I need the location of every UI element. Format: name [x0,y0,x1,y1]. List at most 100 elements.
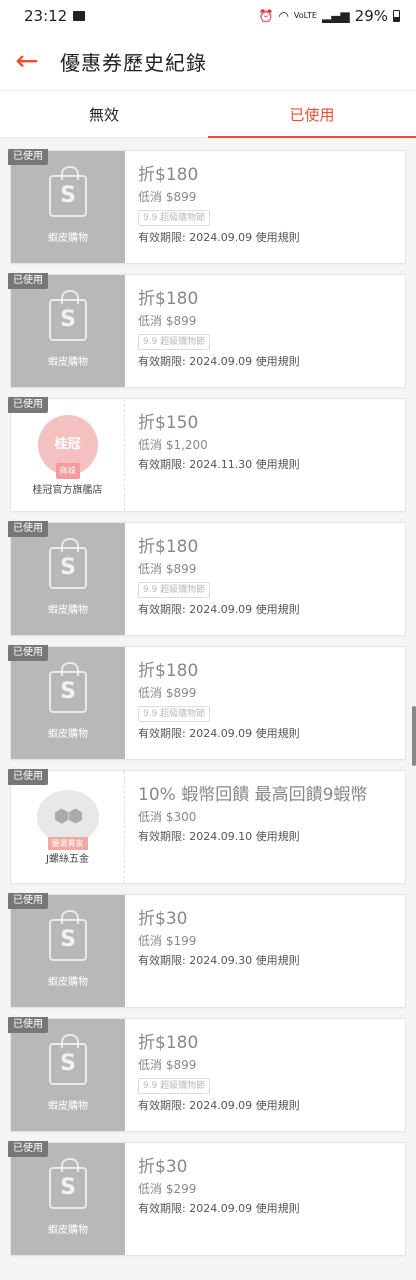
tab-invalid[interactable]: 無效 [0,91,208,137]
coupon-min-spend: 低消 $1,200 [138,438,208,452]
coupon-expiry: 有效期限: 2024.09.09 [138,603,253,616]
usage-rules-link[interactable]: 使用規則 [256,830,300,843]
coupon-details: 折$30 低消 $299 有效期限: 2024.09.09 使用規則 [125,1143,405,1255]
shop-name: 蝦皮購物 [48,604,88,616]
alarm-icon: ⏰ [258,9,274,23]
coupon-expiry: 有效期限: 2024.11.30 [138,458,253,471]
coupon-amount: 折$180 [138,1033,199,1053]
shop-name: 蝦皮購物 [48,728,88,740]
coupon-details: 折$180 低消 $899 9.9 超級購物節 有效期限: 2024.09.09 使用… [125,275,405,387]
battery-percent: 29% [354,7,388,25]
usage-rules-link[interactable]: 使用規則 [256,458,300,471]
used-tag: 已使用 [8,1017,48,1033]
header: ← 優惠券歷史紀錄 [0,32,416,90]
page-title: 優惠券歷史紀錄 [60,50,207,75]
back-arrow-icon[interactable]: ← [12,46,42,76]
coupon-expiry-row: 有效期限: 2024.09.30 使用規則 [138,953,405,969]
coupon-edge [7,655,15,751]
scrollbar-thumb[interactable] [412,706,416,766]
hardware-nuts-icon: ⬢⬢ [53,806,83,827]
shop-logo: ⬢⬢ 優選賣家 [36,789,99,850]
shopee-bag-icon: S [49,289,87,341]
coupon-edge [7,1027,15,1123]
used-tag: 已使用 [8,521,48,537]
status-left: 23:12 [24,7,86,25]
shop-name: 蝦皮購物 [48,356,88,368]
status-right: ⏰ ◠ VoLTE ▂▄▆ 29% [258,7,400,25]
coupon-shop-panel: 已使用 桂冠 商城 桂冠官方旗艦店 [7,397,125,511]
coupon-expiry-row: 有效期限: 2024.09.09 使用規則 [138,602,405,618]
coupon-min-spend: 低消 $899 [138,1058,197,1072]
coupon-edge [7,903,15,999]
used-tag: 已使用 [8,149,48,165]
usage-rules-link[interactable]: 使用規則 [256,231,300,244]
coupon-expiry: 有效期限: 2024.09.30 [138,954,253,967]
coupon-expiry: 有效期限: 2024.09.09 [138,727,253,740]
coupon-edge [7,1151,15,1247]
tab-bar: 無效 已使用 [0,90,416,138]
coupon-shop-panel: 已使用 S 蝦皮購物 [7,149,125,263]
gallery-notification-icon [73,11,86,21]
coupon-expiry: 有效期限: 2024.09.09 [138,231,253,244]
coupon-min-spend: 低消 $300 [138,810,197,824]
coupon-card[interactable]: 已使用 S 蝦皮購物 折$180 低消 $899 9.9 超級購物節 有效期限: 2024.… [7,1017,406,1132]
coupon-list[interactable]: 已使用 S 蝦皮購物 折$180 低消 $899 9.9 超級購物節 有效期限: 2024.… [0,146,416,1280]
usage-rules-link[interactable]: 使用規則 [256,1099,300,1112]
coupon-edge [7,531,15,627]
tab-used[interactable]: 已使用 [208,91,416,138]
coupon-card[interactable]: 已使用 S 蝦皮購物 折$30 低消 $299 有效期限: 2024.09.09 使用規則 [7,1141,406,1256]
usage-rules-link[interactable]: 使用規則 [256,355,300,368]
shopee-bag-icon: S [49,909,87,961]
coupon-card[interactable]: 已使用 S 蝦皮購物 折$180 低消 $899 9.9 超級購物節 有效期限: 2024.… [7,521,406,636]
usage-rules-link[interactable]: 使用規則 [256,1202,300,1215]
battery-icon [393,10,400,22]
used-tag: 已使用 [8,769,48,785]
coupon-expiry-row: 有效期限: 2024.09.09 使用規則 [138,1201,405,1217]
coupon-card[interactable]: 已使用 S 蝦皮購物 折$180 低消 $899 9.9 超級購物節 有效期限: 2024.… [7,273,406,388]
coupon-card[interactable]: 已使用 S 蝦皮購物 折$180 低消 $899 9.9 超級購物節 有效期限: 2024.… [7,645,406,760]
shop-logo-ribbon: 優選賣家 [47,836,88,850]
shop-logo: 桂冠 商城 [37,414,98,479]
used-tag: 已使用 [8,273,48,289]
shop-logo-ribbon: 商城 [55,462,80,479]
status-bar: 23:12 ⏰ ◠ VoLTE ▂▄▆ 29% [0,0,416,32]
wifi-icon: ◠ [278,9,289,23]
shop-logo-text: 桂冠 [54,436,81,452]
coupon-expiry-row: 有效期限: 2024.09.09 使用規則 [138,230,405,246]
coupon-shop-panel: 已使用 S 蝦皮購物 [7,521,125,635]
coupon-card[interactable]: 已使用 桂冠 商城 桂冠官方旗艦店 折$150 低消 $1,200 有效期限: 2024.1… [7,397,406,512]
coupon-expiry-row: 有效期限: 2024.11.30 使用規則 [138,457,405,473]
campaign-badge: 9.9 超級購物節 [138,1078,211,1094]
coupon-amount: 折$180 [138,661,199,681]
coupon-card[interactable]: 已使用 S 蝦皮購物 折$180 低消 $899 9.9 超級購物節 有效期限: 2024.… [7,149,406,264]
coupon-details: 10% 蝦幣回饋 最高回饋9蝦幣 低消 $300 有效期限: 2024.09.10 … [125,771,405,883]
usage-rules-link[interactable]: 使用規則 [256,954,300,967]
coupon-expiry-row: 有效期限: 2024.09.10 使用規則 [138,829,405,845]
coupon-edge [7,283,15,379]
volte-icon: VoLTE [293,11,317,20]
coupon-expiry: 有效期限: 2024.09.10 [138,830,253,843]
shopee-bag-icon: S [49,537,87,589]
usage-rules-link[interactable]: 使用規則 [256,727,300,740]
coupon-details: 折$180 低消 $899 9.9 超級購物節 有效期限: 2024.09.09 使用… [125,151,405,263]
campaign-badge: 9.9 超級購物節 [138,706,211,722]
shop-name: 蝦皮購物 [48,232,88,244]
campaign-badge: 9.9 超級購物節 [138,582,211,598]
shopee-bag-icon: S [49,1157,87,1209]
coupon-card[interactable]: 已使用 ⬢⬢ 優選賣家 J螺絲五金 10% 蝦幣回饋 最高回饋9蝦幣 低消 $300 有效期… [7,769,406,884]
shop-name: 蝦皮購物 [48,1100,88,1112]
shopee-bag-icon: S [49,1033,87,1085]
coupon-shop-panel: 已使用 S 蝦皮購物 [7,645,125,759]
usage-rules-link[interactable]: 使用規則 [256,603,300,616]
campaign-badge: 9.9 超級購物節 [138,210,211,226]
coupon-expiry: 有效期限: 2024.09.09 [138,355,253,368]
coupon-amount: 折$180 [138,165,199,185]
coupon-amount: 折$30 [138,909,188,929]
coupon-shop-panel: 已使用 S 蝦皮購物 [7,273,125,387]
coupon-amount: 折$30 [138,1157,188,1177]
coupon-card[interactable]: 已使用 S 蝦皮購物 折$30 低消 $199 有效期限: 2024.09.30 使用規則 [7,893,406,1008]
coupon-expiry-row: 有效期限: 2024.09.09 使用規則 [138,726,405,742]
coupon-amount: 折$150 [138,413,199,433]
used-tag: 已使用 [8,645,48,661]
shopee-bag-icon: S [49,661,87,713]
